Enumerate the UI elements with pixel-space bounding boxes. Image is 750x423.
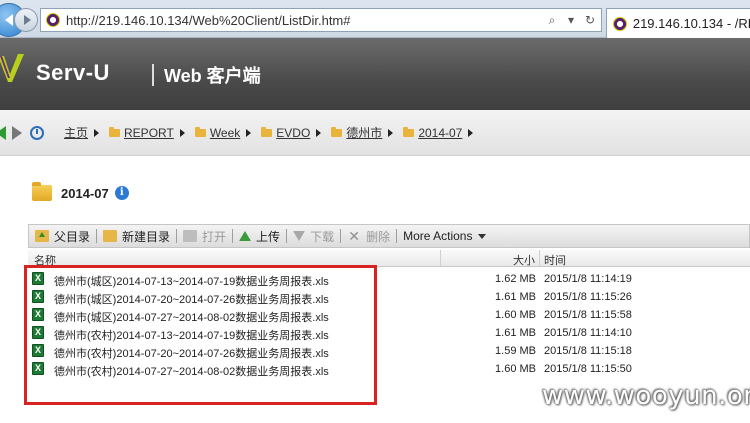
dropdown-icon[interactable]: ▾ bbox=[563, 13, 579, 27]
parent-folder-icon bbox=[35, 230, 49, 242]
breadcrumb-week[interactable]: Week bbox=[194, 126, 240, 140]
upload-icon bbox=[239, 231, 252, 241]
current-folder-heading: 2014-07 i bbox=[32, 182, 129, 201]
app-logo-text: Serv-U bbox=[36, 60, 110, 85]
breadcrumb-separator-icon bbox=[316, 128, 322, 137]
new-folder-icon bbox=[103, 230, 118, 242]
breadcrumb-dezhou[interactable]: 德州市 bbox=[331, 124, 382, 141]
highlight-annotation-box bbox=[24, 265, 377, 405]
parent-dir-button[interactable]: 父目录 bbox=[29, 228, 96, 245]
breadcrumb-2014-07[interactable]: 2014-07 bbox=[403, 126, 462, 140]
folder-icon bbox=[261, 126, 273, 137]
download-icon bbox=[293, 231, 306, 241]
history-icon[interactable] bbox=[30, 125, 44, 140]
breadcrumb: 主页 REPORT Week EVDO 德州市 2014-07 bbox=[64, 124, 483, 141]
file-time: 2015/1/8 11:14:19 bbox=[544, 273, 632, 285]
column-header-time[interactable]: 时间 bbox=[544, 252, 566, 268]
breadcrumb-separator-icon bbox=[246, 128, 252, 137]
folder-name: 2014-07 bbox=[61, 185, 109, 201]
breadcrumb-separator-icon bbox=[388, 128, 394, 137]
tab-favicon-icon bbox=[613, 16, 627, 31]
download-button[interactable]: 下载 bbox=[287, 228, 340, 245]
breadcrumb-evdo[interactable]: EVDO bbox=[261, 126, 310, 140]
nav-back-icon[interactable] bbox=[0, 125, 6, 140]
folder-icon bbox=[32, 182, 52, 201]
site-favicon-icon bbox=[46, 13, 60, 27]
folder-icon bbox=[331, 126, 343, 137]
file-toolbar: 父目录 新建目录 打开 上传 下载 ✕ 删除 More Actions bbox=[28, 224, 750, 248]
new-dir-button[interactable]: 新建目录 bbox=[97, 228, 176, 245]
folder-icon bbox=[109, 126, 121, 137]
refresh-icon[interactable]: ↻ bbox=[582, 13, 598, 27]
breadcrumb-separator-icon bbox=[94, 128, 100, 137]
file-time: 2015/1/8 11:15:26 bbox=[544, 291, 632, 303]
breadcrumb-home[interactable]: 主页 bbox=[64, 124, 88, 141]
file-time: 2015/1/8 11:15:58 bbox=[544, 309, 632, 321]
file-size: 1.62 MB bbox=[495, 273, 536, 285]
breadcrumb-separator-icon bbox=[468, 128, 474, 137]
chevron-down-icon bbox=[478, 233, 487, 239]
file-size: 1.60 MB bbox=[495, 363, 536, 375]
app-header: Serv-U Web 客户端 bbox=[0, 38, 750, 110]
file-size: 1.61 MB bbox=[495, 291, 536, 303]
address-url[interactable]: http://219.146.10.134/Web%20Client/ListD… bbox=[66, 13, 544, 28]
folder-icon bbox=[403, 126, 415, 137]
open-button[interactable]: 打开 bbox=[177, 228, 232, 245]
nav-forward-icon[interactable] bbox=[12, 125, 22, 140]
watermark-text: www.wooyun.org bbox=[542, 381, 750, 411]
forward-button[interactable] bbox=[14, 8, 38, 32]
breadcrumb-separator-icon bbox=[179, 128, 185, 137]
file-size: 1.61 MB bbox=[495, 327, 536, 339]
address-bar[interactable]: http://219.146.10.134/Web%20Client/ListD… bbox=[40, 8, 602, 32]
header-divider bbox=[152, 64, 154, 86]
browser-toolbar: http://219.146.10.134/Web%20Client/ListD… bbox=[0, 0, 750, 38]
breadcrumb-report[interactable]: REPORT bbox=[109, 126, 174, 140]
navigation-bar: 主页 REPORT Week EVDO 德州市 2014-07 bbox=[0, 110, 750, 156]
search-icon[interactable]: ⌕ bbox=[544, 13, 560, 28]
open-icon bbox=[183, 230, 198, 242]
info-icon[interactable]: i bbox=[114, 186, 129, 200]
more-actions-button[interactable]: More Actions bbox=[397, 229, 492, 243]
file-time: 2015/1/8 11:15:50 bbox=[544, 363, 632, 375]
app-subtitle: Web 客户端 bbox=[164, 66, 261, 86]
file-size: 1.60 MB bbox=[495, 309, 536, 321]
delete-icon: ✕ bbox=[348, 228, 360, 244]
upload-button[interactable]: 上传 bbox=[233, 228, 286, 245]
browser-tab[interactable]: 219.146.10.134 - /RE bbox=[606, 8, 750, 38]
delete-button[interactable]: ✕ 删除 bbox=[341, 228, 396, 245]
file-time: 2015/1/8 11:14:10 bbox=[544, 327, 632, 339]
tab-title: 219.146.10.134 - /RE bbox=[632, 16, 750, 31]
serv-u-logo-icon bbox=[0, 54, 24, 82]
folder-icon bbox=[194, 126, 206, 137]
column-header-size[interactable]: 大小 bbox=[440, 250, 540, 267]
file-time: 2015/1/8 11:15:18 bbox=[544, 345, 632, 357]
file-size: 1.59 MB bbox=[495, 345, 536, 357]
